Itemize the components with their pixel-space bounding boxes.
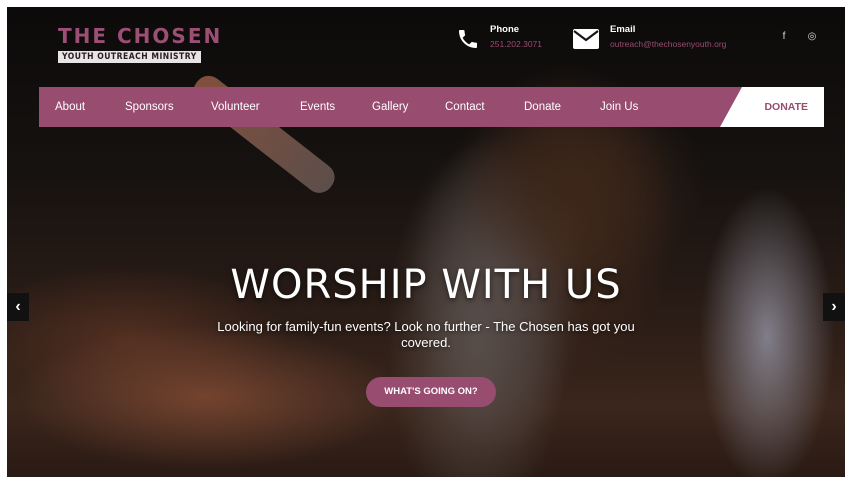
logo-subtitle: YOUTH OUTREACH MINISTRY <box>58 51 201 63</box>
phone-number[interactable]: 251.202.3071 <box>490 39 542 49</box>
nav-item-volunteer[interactable]: Volunteer <box>211 87 260 127</box>
logo-title: THE CHOSEN <box>58 24 223 48</box>
phone-label: Phone <box>490 24 520 35</box>
chevron-right-icon: › <box>831 298 837 315</box>
envelope-icon <box>573 29 599 49</box>
email-address[interactable]: outreach@thechosenyouth.org <box>610 39 726 49</box>
email-label: Email <box>610 24 636 35</box>
nav-item-gallery[interactable]: Gallery <box>372 87 408 127</box>
slider-next-button[interactable]: › <box>823 293 845 321</box>
nav-item-join-us[interactable]: Join Us <box>600 87 638 127</box>
hero-subtitle: Looking for family-fun events? Look no f… <box>217 319 635 350</box>
nav-item-events[interactable]: Events <box>300 87 335 127</box>
nav-item-contact[interactable]: Contact <box>445 87 485 127</box>
whats-going-on-button[interactable]: WHAT'S GOING ON? <box>366 377 496 407</box>
nav-item-about[interactable]: About <box>55 87 85 127</box>
facebook-icon[interactable]: f <box>775 28 793 46</box>
nav-item-donate[interactable]: Donate <box>524 87 561 127</box>
slider-prev-button[interactable]: ‹ <box>7 293 29 321</box>
donate-button[interactable]: DONATE <box>720 87 824 127</box>
phone-icon <box>459 30 477 48</box>
nav-item-sponsors[interactable]: Sponsors <box>125 87 174 127</box>
chevron-left-icon: ‹ <box>15 298 21 315</box>
contact-phone[interactable]: Phone 251.202.3071 <box>456 24 542 51</box>
hero-title: WORSHIP WITH US <box>230 262 622 308</box>
site-logo[interactable]: THE CHOSEN YOUTH OUTREACH MINISTRY <box>58 26 222 64</box>
hero-slider: THE CHOSEN YOUTH OUTREACH MINISTRY Phone… <box>7 7 845 477</box>
contact-email[interactable]: Email outreach@thechosenyouth.org <box>572 24 726 50</box>
donate-button-label: DONATE <box>764 101 808 113</box>
main-nav: About Sponsors Volunteer Events Gallery … <box>39 87 824 127</box>
instagram-icon[interactable]: ◎ <box>803 28 821 46</box>
